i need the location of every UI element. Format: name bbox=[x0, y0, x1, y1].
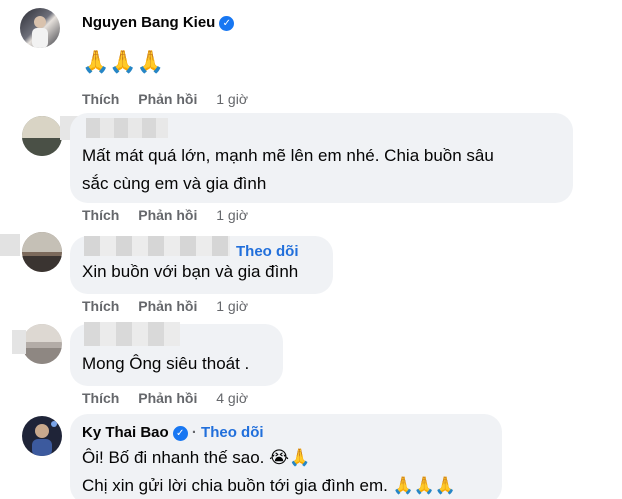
reply-button[interactable]: Phản hồi bbox=[138, 91, 197, 107]
blurred-author-name bbox=[84, 236, 230, 256]
avatar[interactable] bbox=[22, 116, 62, 156]
comment-text: Ôi! Bố đi nhanh thế sao. 😭🙏 Chị xin gửi … bbox=[82, 448, 457, 495]
pray-emoji-line: 🙏🙏🙏 bbox=[82, 49, 165, 74]
blurred-author-name bbox=[84, 322, 180, 346]
comment-actions: Thích Phản hồi 1 giờ bbox=[82, 91, 248, 107]
like-button[interactable]: Thích bbox=[82, 298, 119, 314]
comment-time[interactable]: 1 giờ bbox=[216, 91, 248, 107]
comment-text: Xin buồn với bạn và gia đình bbox=[82, 262, 299, 281]
comment-nguyen-bang-kieu: Nguyen Bang Kieu ✓ 🙏🙏🙏 Thích Phản hồi 1 g… bbox=[0, 0, 622, 110]
verified-check-icon: ✓ bbox=[219, 16, 235, 31]
verified-check-icon: ✓ bbox=[172, 426, 188, 441]
comment-time[interactable]: 1 giờ bbox=[216, 298, 248, 314]
comment-author[interactable]: Nguyen Bang Kieu ✓ bbox=[82, 14, 235, 31]
follow-link[interactable]: Theo dõi bbox=[201, 424, 264, 441]
reply-button[interactable]: Phản hồi bbox=[138, 207, 197, 223]
separator-dot: · bbox=[191, 424, 197, 441]
comment-anonymous-3: Mong Ông siêu thoát . Thích Phản hồi 4 g… bbox=[0, 320, 622, 410]
blurred-avatar-mosaic bbox=[12, 330, 26, 354]
blurred-avatar-mosaic bbox=[0, 234, 20, 256]
reply-button[interactable]: Phản hồi bbox=[138, 390, 197, 406]
comment-text: Mong Ông siêu thoát . bbox=[82, 354, 250, 373]
comment-actions: Thích Phản hồi 4 giờ bbox=[82, 390, 248, 406]
like-button[interactable]: Thích bbox=[82, 91, 119, 107]
comment-author[interactable]: Ky Thai Bao ✓ · Theo dõi bbox=[82, 424, 264, 441]
avatar[interactable] bbox=[22, 232, 62, 272]
like-button[interactable]: Thích bbox=[82, 390, 119, 406]
reply-button[interactable]: Phản hồi bbox=[138, 298, 197, 314]
avatar[interactable] bbox=[22, 416, 62, 456]
comment-anonymous-1: Mất mát quá lớn, mạnh mẽ lên em nhé. Chi… bbox=[0, 110, 622, 228]
avatar[interactable] bbox=[20, 8, 60, 48]
comment-time[interactable]: 1 giờ bbox=[216, 207, 248, 223]
comment-time[interactable]: 4 giờ bbox=[216, 390, 248, 406]
comment-actions: Thích Phản hồi 1 giờ bbox=[82, 298, 248, 314]
comment-anonymous-2: Theo dõi Xin buồn với bạn và gia đình Th… bbox=[0, 228, 622, 320]
avatar[interactable] bbox=[22, 324, 62, 364]
comment-text: Mất mát quá lớn, mạnh mẽ lên em nhé. Chi… bbox=[82, 146, 494, 193]
comment-actions: Thích Phản hồi 1 giờ bbox=[82, 207, 248, 223]
like-button[interactable]: Thích bbox=[82, 207, 119, 223]
comment-ky-thai-bao: Ky Thai Bao ✓ · Theo dõi Ôi! Bố đi nhanh … bbox=[0, 410, 622, 499]
comment-emoji-text: 🙏🙏🙏 bbox=[82, 48, 164, 76]
blurred-author-name bbox=[86, 118, 168, 138]
